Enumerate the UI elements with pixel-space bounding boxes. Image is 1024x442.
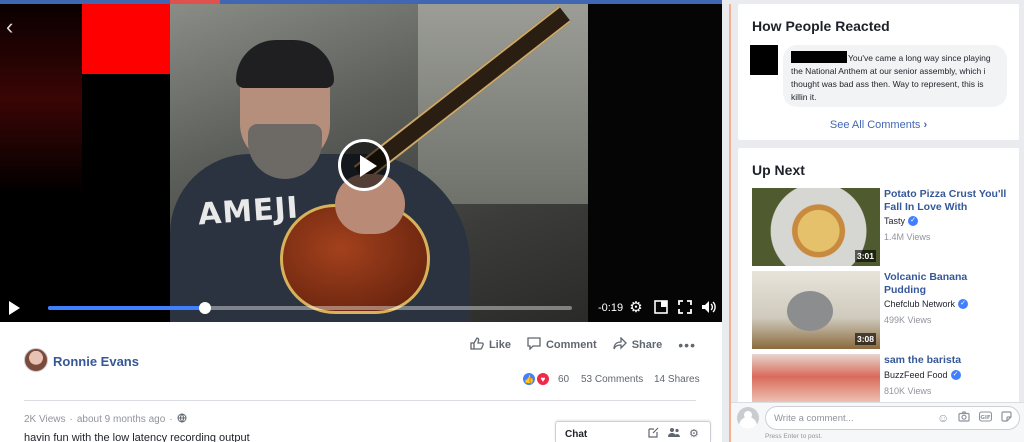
video-red-block	[82, 4, 170, 74]
progress-fill	[48, 306, 206, 310]
share-label: Share	[631, 339, 663, 351]
video-channel[interactable]: Chefclub Network ✓	[884, 299, 969, 309]
like-label: Like	[488, 339, 511, 351]
sticker-icon[interactable]	[1001, 411, 1012, 425]
video-title[interactable]: sam the barista	[884, 354, 1010, 367]
verified-badge-icon: ✓	[958, 299, 969, 309]
comment-input-icons: ☺ GIF	[937, 411, 1012, 425]
like-reaction-icon: 👍	[522, 372, 536, 386]
new-message-icon[interactable]	[648, 427, 659, 441]
reactions-title: How People Reacted	[752, 18, 890, 34]
commenter-avatar[interactable]	[750, 45, 778, 75]
more-options-icon[interactable]: •••	[678, 337, 696, 353]
chevron-right-icon: ›	[923, 119, 928, 131]
verified-badge-icon: ✓	[950, 370, 961, 380]
mini-player-icon[interactable]	[653, 300, 669, 316]
comment-bar: ☺ GIF Press Enter to post.	[731, 402, 1024, 442]
camera-icon[interactable]	[958, 411, 970, 425]
video-thumbnail[interactable]	[752, 354, 880, 404]
fullscreen-icon[interactable]	[677, 300, 693, 316]
shares-count[interactable]: 14 Shares	[654, 374, 700, 385]
post-description: havin fun with the low latency recording…	[24, 432, 250, 442]
comments-count[interactable]: 53 Comments	[581, 374, 643, 385]
comment-hint: Press Enter to post.	[765, 433, 823, 440]
meta-separator: ·	[69, 414, 73, 425]
reaction-summary[interactable]: 👍 ♥ 60	[522, 372, 569, 386]
see-all-comments-link[interactable]: See All Comments ›	[738, 119, 1019, 131]
video-thumbnail[interactable]: 3:08	[752, 271, 880, 349]
video-channel[interactable]: BuzzFeed Food ✓	[884, 370, 961, 380]
thumbs-up-icon	[470, 337, 484, 353]
video-thumbnail[interactable]: 3:01	[752, 188, 880, 266]
video-duration: 3:01	[854, 250, 876, 262]
user-avatar	[737, 407, 759, 429]
post-timestamp[interactable]: about 9 months ago	[77, 414, 165, 425]
comment-label: Comment	[545, 339, 597, 351]
globe-icon	[177, 413, 187, 426]
share-button[interactable]: Share	[613, 336, 663, 353]
frame-cap	[236, 40, 334, 88]
group-icon[interactable]	[668, 427, 680, 441]
volume-icon[interactable]	[701, 300, 717, 316]
author-name[interactable]: Ronnie Evans	[53, 354, 139, 369]
reaction-count: 60	[558, 373, 570, 385]
up-next-title: Up Next	[752, 162, 805, 178]
love-reaction-icon: ♥	[536, 372, 550, 386]
chat-settings-gear-icon[interactable]: ⚙	[689, 427, 699, 440]
share-arrow-icon	[613, 336, 627, 353]
video-channel[interactable]: Tasty ✓	[884, 216, 919, 226]
video-views: 810K Views	[884, 386, 932, 396]
channel-name: BuzzFeed Food	[884, 370, 948, 380]
progress-knob[interactable]	[199, 302, 212, 314]
comment-text: You've came a long way since playing the…	[791, 53, 991, 102]
video-controls: -0:19 ⚙	[0, 294, 722, 322]
video-views: 1.4M Views	[884, 232, 931, 242]
sidebar-accent-line	[729, 4, 731, 442]
back-chevron-icon[interactable]: ‹	[6, 14, 13, 40]
video-title[interactable]: Volcanic Banana Pudding	[884, 271, 1010, 297]
verified-badge-icon: ✓	[908, 216, 919, 226]
chat-tab[interactable]: Chat ⚙	[555, 421, 711, 442]
play-button[interactable]	[9, 301, 20, 315]
video-left-panel	[0, 4, 82, 322]
separator-dot: ·	[169, 414, 173, 425]
channel-name: Tasty	[884, 216, 906, 226]
video-player[interactable]: AMEJI ‹ -0:19 ⚙	[0, 4, 722, 322]
svg-text:GIF: GIF	[981, 415, 992, 421]
video-right-panel	[588, 4, 722, 322]
comment-button[interactable]: Comment	[527, 337, 597, 353]
comment-icon	[527, 337, 541, 353]
video-duration: 3:08	[854, 333, 876, 345]
comment-bubble: You've came a long way since playing the…	[783, 45, 1007, 107]
view-count: 2K Views	[24, 414, 66, 425]
reactions-card: How People Reacted You've came a long wa…	[738, 4, 1019, 140]
post-meta: 2K Views · about 9 months ago ·	[24, 413, 187, 426]
chat-label: Chat	[565, 429, 588, 440]
settings-gear-icon[interactable]: ⚙	[628, 300, 644, 316]
progress-bar[interactable]	[48, 302, 572, 314]
like-button[interactable]: Like	[470, 337, 511, 353]
shirt-text: AMEJI	[196, 190, 300, 233]
video-views: 499K Views	[884, 315, 932, 325]
video-title[interactable]: Potato Pizza Crust You'll Fall In Love W…	[884, 188, 1010, 214]
gif-icon[interactable]: GIF	[979, 411, 993, 425]
emoji-icon[interactable]: ☺	[937, 411, 949, 425]
play-overlay-button[interactable]	[338, 139, 390, 191]
author-avatar[interactable]	[24, 348, 48, 372]
divider	[24, 400, 696, 401]
time-remaining: -0:19	[598, 302, 624, 314]
post-actions: Like Comment Share •••	[470, 336, 696, 353]
see-all-label: See All Comments	[829, 119, 921, 131]
up-next-card: Up Next 3:01 Potato Pizza Crust You'll F…	[738, 148, 1019, 442]
channel-name: Chefclub Network	[884, 299, 956, 309]
